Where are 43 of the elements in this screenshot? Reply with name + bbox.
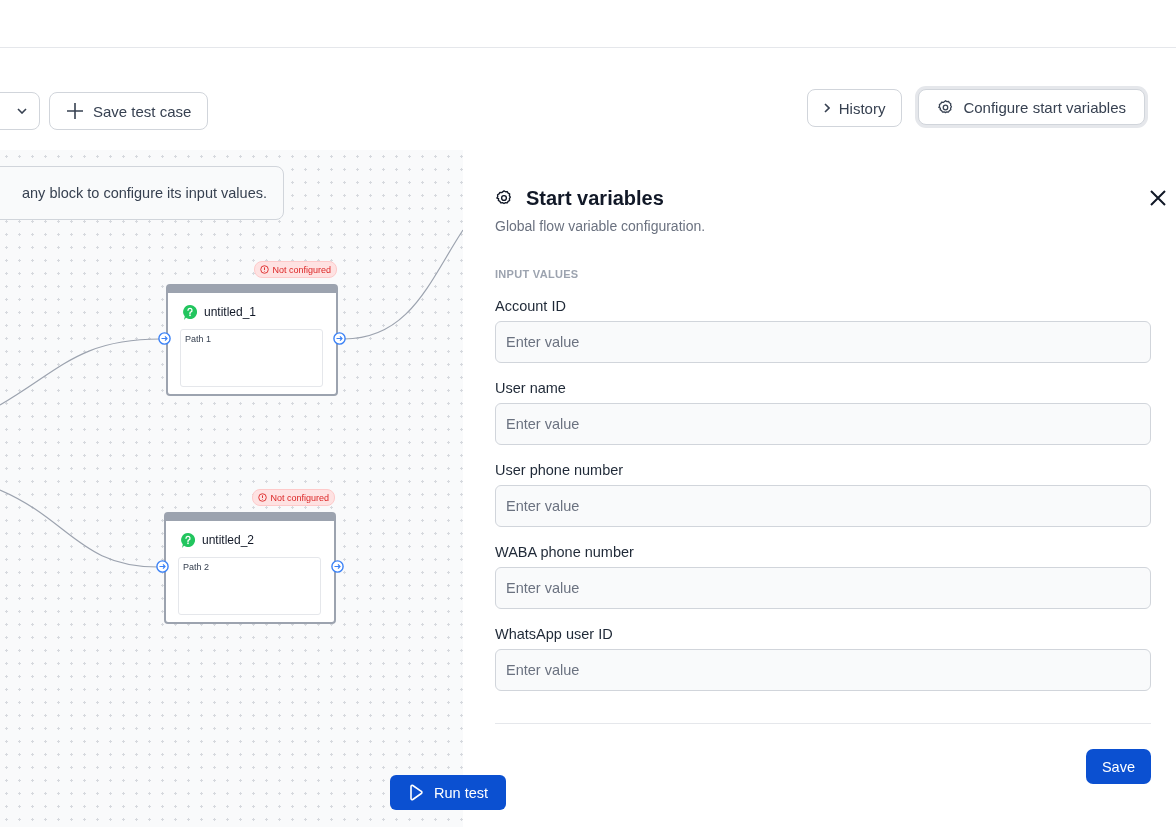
block-title: untitled_2 (202, 533, 255, 547)
field-label: WABA phone number (495, 544, 635, 560)
save-test-case-button[interactable]: Save test case (49, 92, 209, 130)
close-icon (1150, 190, 1166, 206)
alert-icon (258, 493, 268, 502)
field-label: WhatsApp user ID (495, 626, 614, 642)
port-icon[interactable] (158, 332, 171, 345)
close-button[interactable] (1148, 188, 1168, 208)
field-label: User phone number (495, 462, 625, 478)
status-badge: Not configured (254, 261, 337, 278)
field-label: User name (495, 380, 567, 396)
input-field[interactable]: Enter value (495, 403, 1151, 445)
run-test-button[interactable]: Run test (390, 775, 506, 810)
chevron-down-icon (17, 108, 27, 114)
flow-block[interactable]: untitled_1 Path 1 (166, 284, 338, 396)
input-field[interactable]: Enter value (495, 649, 1151, 691)
input-field[interactable]: Enter value (495, 567, 1151, 609)
field-label: Account ID (495, 298, 567, 314)
configure-start-variables-button[interactable]: Configure start variables (918, 89, 1145, 125)
status-badge: Not configured (252, 489, 335, 506)
question-bubble-icon (181, 532, 195, 548)
play-icon (408, 784, 424, 801)
plus-icon (66, 102, 84, 120)
input-field[interactable]: Enter value (495, 485, 1151, 527)
alert-icon (260, 265, 270, 274)
path-box: Path 2 (178, 557, 321, 615)
flow-block[interactable]: untitled_2 Path 2 (164, 512, 336, 624)
block-title: untitled_1 (204, 305, 257, 319)
section-heading: INPUT VALUES (495, 268, 580, 280)
panel-subtitle: Global flow variable configuration. (495, 218, 707, 234)
question-bubble-icon (183, 304, 197, 320)
port-icon[interactable] (331, 560, 344, 573)
settings-icon (937, 98, 955, 116)
chevron-right-icon (823, 103, 830, 113)
settings-icon (495, 189, 513, 207)
save-button[interactable]: Save (1085, 749, 1151, 784)
hint-message: any block to configure its input values. (0, 166, 284, 220)
panel-title: Start variables (526, 186, 664, 210)
port-icon[interactable] (333, 332, 346, 345)
path-box: Path 1 (180, 329, 323, 387)
history-button[interactable]: History (806, 89, 903, 127)
port-icon[interactable] (156, 560, 169, 573)
input-field[interactable]: Enter value (495, 321, 1151, 363)
